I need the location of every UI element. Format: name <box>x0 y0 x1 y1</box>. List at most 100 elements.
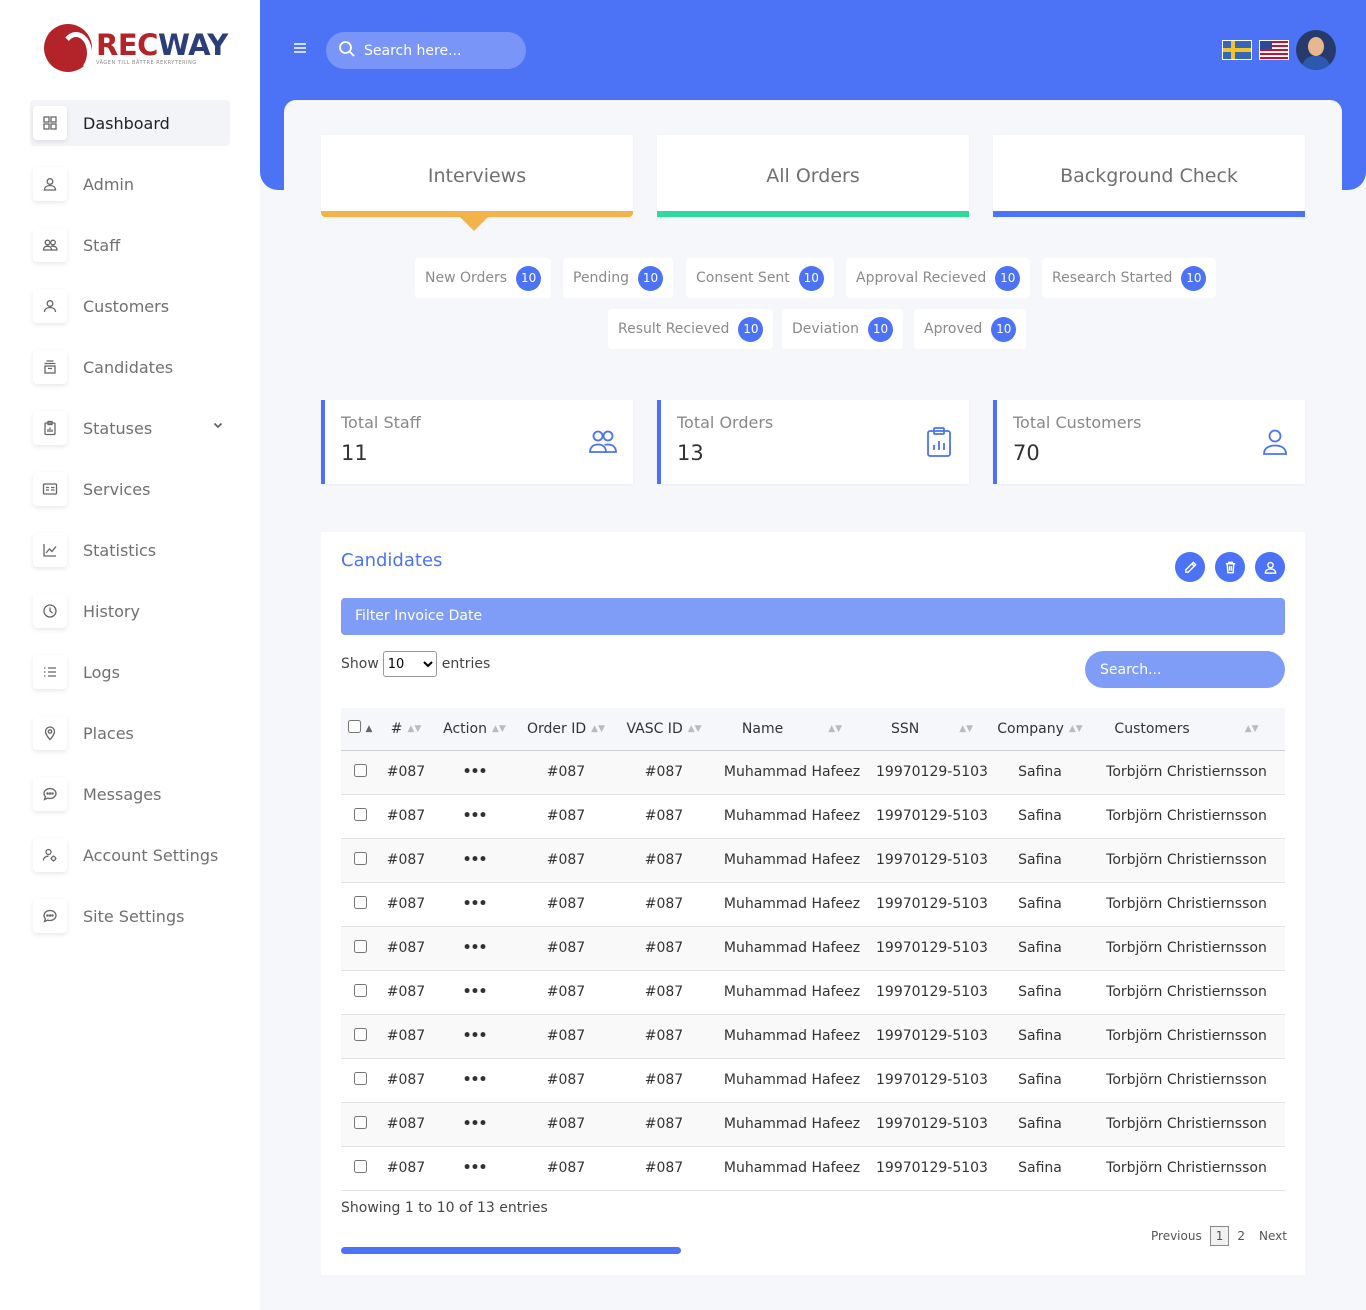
swedish-flag-icon[interactable] <box>1222 40 1252 60</box>
list-icon <box>33 655 67 689</box>
sidebar-item-customers[interactable]: Customers <box>30 283 230 329</box>
stat-value: 11 <box>341 441 368 465</box>
sidebar: RECWAY VÄGEN TILL BÄTTRE REKRYTERING Das… <box>0 0 260 1310</box>
row-action-menu[interactable]: ••• <box>433 1058 516 1102</box>
row-checkbox[interactable] <box>353 1159 367 1173</box>
cell-vasc-id: #087 <box>644 764 684 780</box>
column-header-customers[interactable]: Customers ▲▼ <box>1088 708 1285 751</box>
cell-customer: Torbjörn Christiernsson <box>1106 940 1267 956</box>
row-action-menu[interactable]: ••• <box>433 1102 516 1146</box>
sidebar-item-staff[interactable]: Staff <box>30 222 230 268</box>
sidebar-item-candidates[interactable]: Candidates <box>30 344 230 390</box>
table-search-input[interactable] <box>1100 661 1270 678</box>
tab-background-check[interactable]: Background Check <box>993 135 1305 217</box>
pagination-next[interactable]: Next <box>1259 1229 1287 1243</box>
top-search-input[interactable] <box>364 42 514 59</box>
edit-button[interactable] <box>1175 552 1205 582</box>
status-pill-new-orders[interactable]: New Orders 10 <box>415 258 552 298</box>
row-action-menu[interactable]: ••• <box>433 794 516 838</box>
candidates-table: ▲ # ▲▼ Action ▲▼ Order ID ▲▼ VASC ID ▲▼ Name… <box>341 708 1285 1191</box>
status-pill-consent-sent[interactable]: Consent Sent 10 <box>686 258 834 298</box>
cell-order-id: #087 <box>546 1028 586 1044</box>
pagination-page-1[interactable]: 1 <box>1209 1226 1230 1246</box>
tab-interviews[interactable]: Interviews <box>321 135 633 231</box>
pagination-previous[interactable]: Previous <box>1151 1229 1202 1243</box>
row-checkbox[interactable] <box>353 1115 367 1129</box>
row-action-menu[interactable]: ••• <box>433 1014 516 1058</box>
sidebar-item-statuses[interactable]: Statuses <box>30 405 230 451</box>
column-header-num[interactable]: # ▲▼ <box>379 708 433 751</box>
row-checkbox[interactable] <box>353 939 367 953</box>
row-action-menu[interactable]: ••• <box>433 750 516 794</box>
column-header-name[interactable]: Name ▲▼ <box>712 708 872 751</box>
status-pill-label: Research Started <box>1052 270 1173 286</box>
avatar[interactable] <box>1296 30 1336 70</box>
chevron-down-icon[interactable] <box>212 419 224 434</box>
sidebar-item-dashboard[interactable]: Dashboard <box>30 100 230 146</box>
sidebar-item-places[interactable]: Places <box>30 710 230 756</box>
logo[interactable]: RECWAY VÄGEN TILL BÄTTRE REKRYTERING <box>44 24 228 74</box>
page-size-select[interactable]: 10 25 50 100 <box>382 651 437 677</box>
sidebar-item-admin[interactable]: Admin <box>30 161 230 207</box>
delete-button[interactable] <box>1215 552 1245 582</box>
column-header-order-id[interactable]: Order ID ▲▼ <box>516 708 616 751</box>
row-checkbox[interactable] <box>353 1071 367 1085</box>
sort-icon[interactable]: ▲ <box>366 724 373 734</box>
row-checkbox[interactable] <box>353 1027 367 1041</box>
sidebar-item-services[interactable]: Services <box>30 466 230 512</box>
tab-label: Background Check <box>1060 165 1238 187</box>
row-checkbox[interactable] <box>353 895 367 909</box>
status-pill-pending[interactable]: Pending 10 <box>563 258 673 298</box>
column-header-ssn[interactable]: SSN ▲▼ <box>872 708 992 751</box>
row-action-menu[interactable]: ••• <box>433 970 516 1014</box>
status-pill-research-started[interactable]: Research Started 10 <box>1042 258 1217 298</box>
table-row: #087 ••• #087 #087 Muhammad Hafeez 19970129-5… <box>341 794 1285 838</box>
cell-order-id: #087 <box>546 1116 586 1132</box>
sort-icon: ▲▼ <box>959 723 974 734</box>
filter-invoice-date[interactable]: Filter Invoice Date <box>341 598 1285 635</box>
row-checkbox[interactable] <box>353 807 367 821</box>
row-checkbox[interactable] <box>353 983 367 997</box>
status-pill-aproved[interactable]: Aproved 10 <box>914 309 1027 349</box>
column-header-vasc-id[interactable]: VASC ID ▲▼ <box>616 708 712 751</box>
row-checkbox[interactable] <box>353 851 367 865</box>
status-pill-approval-recieved[interactable]: Approval Recieved 10 <box>846 258 1031 298</box>
row-action-menu[interactable]: ••• <box>433 1146 516 1190</box>
row-action-menu[interactable]: ••• <box>433 838 516 882</box>
table-row: #087 ••• #087 #087 Muhammad Hafeez 19970129-5… <box>341 1146 1285 1190</box>
cell-ssn: 19970129-5103 <box>876 1160 988 1176</box>
sidebar-item-site-settings[interactable]: Site Settings <box>30 893 230 939</box>
sidebar-item-statistics[interactable]: Statistics <box>30 527 230 573</box>
cell-num: #087 <box>386 1072 426 1088</box>
sidebar-item-logs[interactable]: Logs <box>30 649 230 695</box>
sidebar-item-account-settings[interactable]: Account Settings <box>30 832 230 878</box>
show-entries: Show 10 25 50 100 entries <box>341 651 490 677</box>
tab-all-orders[interactable]: All Orders <box>657 135 969 217</box>
sidebar-item-label: Account Settings <box>83 845 219 865</box>
pagination-page-2[interactable]: 2 <box>1237 1229 1245 1243</box>
cell-company: Safina <box>1018 1116 1062 1132</box>
select-all-checkbox[interactable] <box>347 720 361 734</box>
sidebar-item-label: Statuses <box>83 418 153 438</box>
column-header-action[interactable]: Action ▲▼ <box>433 708 516 751</box>
top-search <box>326 32 526 69</box>
cell-order-id: #087 <box>546 764 586 780</box>
sidebar-item-messages[interactable]: Messages <box>30 771 230 817</box>
cell-order-id: #087 <box>546 808 586 824</box>
cell-num: #087 <box>386 1028 426 1044</box>
row-checkbox[interactable] <box>353 763 367 777</box>
status-pill-result-recieved[interactable]: Result Recieved 10 <box>608 309 774 349</box>
hamburger-menu-icon[interactable] <box>292 40 308 56</box>
cell-company: Safina <box>1018 1028 1062 1044</box>
column-header-company[interactable]: Company ▲▼ <box>992 708 1088 751</box>
pagination: Previous 1 2 Next <box>1147 1226 1291 1246</box>
horizontal-scrollbar[interactable] <box>341 1247 681 1254</box>
sidebar-item-history[interactable]: History <box>30 588 230 634</box>
status-pill-deviation[interactable]: Deviation 10 <box>782 309 903 349</box>
user-profile-button[interactable] <box>1255 552 1285 582</box>
row-action-menu[interactable]: ••• <box>433 882 516 926</box>
us-flag-icon[interactable] <box>1259 40 1289 60</box>
row-action-menu[interactable]: ••• <box>433 926 516 970</box>
count-badge: 10 <box>637 265 663 291</box>
column-label: # <box>390 720 403 737</box>
